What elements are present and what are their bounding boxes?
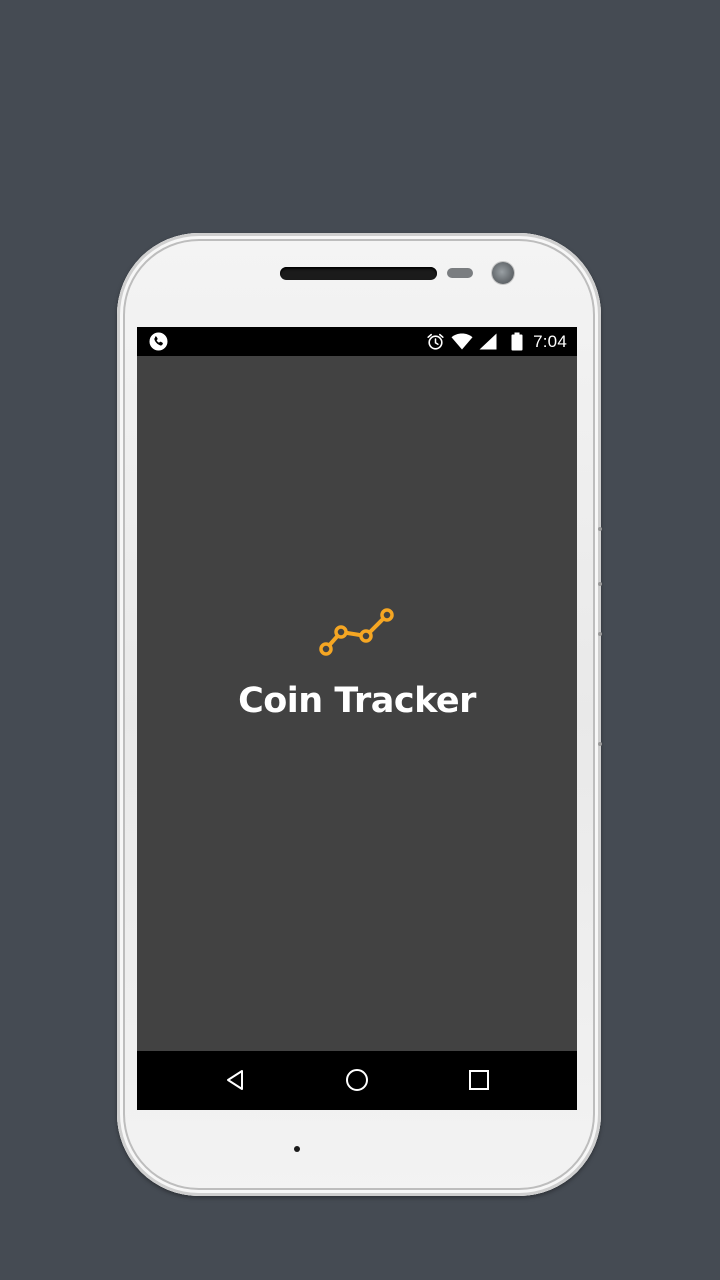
phone-screen: 7:04 Coin Tracker [137, 327, 577, 1110]
navigation-bar [137, 1051, 577, 1110]
status-time: 7:04 [533, 331, 567, 351]
back-icon [227, 1070, 243, 1090]
status-bar: 7:04 [137, 327, 577, 356]
trend-line-icon [319, 608, 394, 656]
side-button-marker [598, 632, 602, 636]
earpiece-speaker [280, 267, 437, 280]
app-title: Coin Tracker [238, 681, 476, 721]
home-indicator-dot [294, 1146, 300, 1152]
splash-content: Coin Tracker [137, 607, 577, 721]
battery-icon [511, 332, 523, 351]
front-camera [492, 262, 514, 284]
home-button[interactable] [342, 1065, 372, 1095]
recents-button[interactable] [464, 1065, 494, 1095]
phone-call-icon [149, 332, 168, 351]
recents-icon [469, 1070, 489, 1090]
proximity-sensor [447, 268, 473, 278]
cell-signal-icon [479, 333, 497, 350]
stage: 7:04 Coin Tracker [0, 0, 720, 1280]
back-button[interactable] [220, 1065, 250, 1095]
home-icon [346, 1069, 368, 1091]
side-button-marker [598, 582, 602, 586]
status-icons: 7:04 [426, 327, 567, 356]
side-button-marker [598, 527, 602, 531]
wifi-icon [451, 333, 473, 350]
alarm-clock-icon [427, 333, 444, 350]
side-button-marker [598, 742, 602, 746]
